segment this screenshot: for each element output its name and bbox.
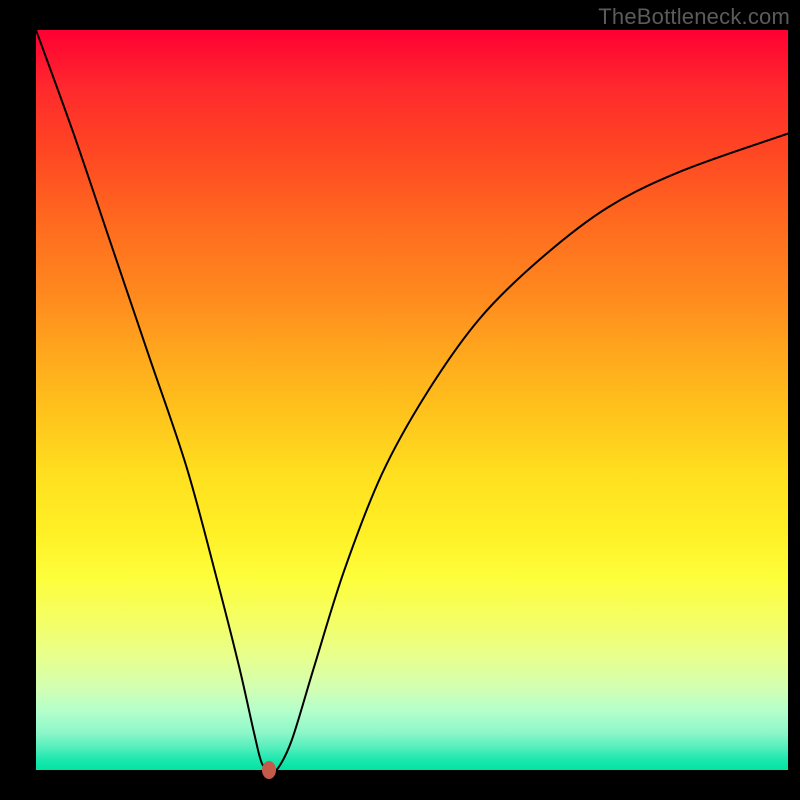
bottleneck-curve-path bbox=[36, 30, 788, 770]
chart-frame: TheBottleneck.com bbox=[0, 0, 800, 800]
plot-area bbox=[36, 30, 788, 770]
optimal-point-marker bbox=[262, 761, 276, 779]
curve-svg bbox=[36, 30, 788, 770]
attribution-text: TheBottleneck.com bbox=[598, 4, 790, 30]
